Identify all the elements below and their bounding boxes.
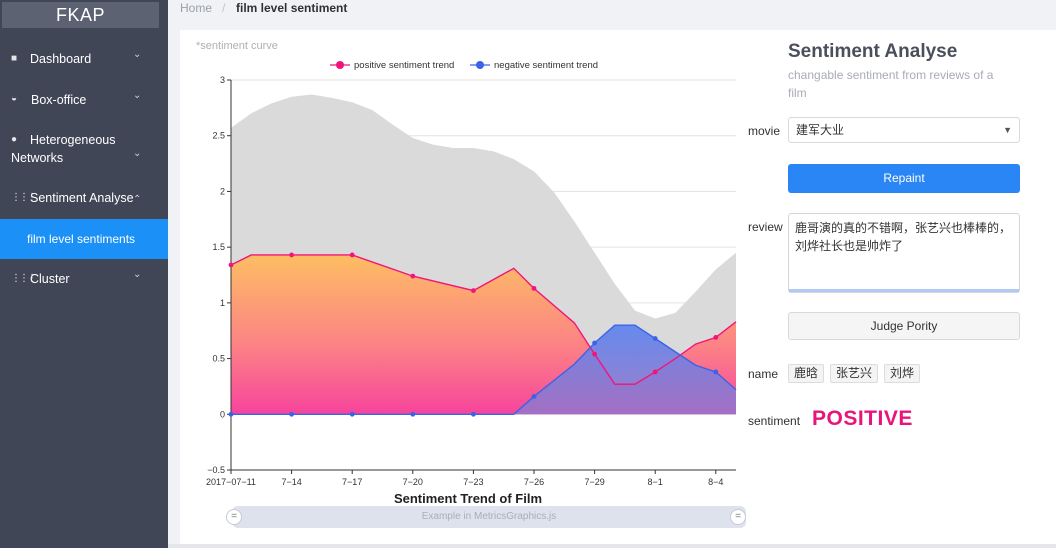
network-icon: ● [11, 134, 18, 145]
y-tick-label: 0 [220, 409, 225, 419]
y-tick-label: 1 [220, 298, 225, 308]
repaint-button[interactable]: Repaint [788, 164, 1020, 193]
sidebar: FKAP ■ Dashboard ⌄ ◒ Box-office ⌄ ● Hete… [0, 0, 168, 548]
review-textarea[interactable]: 鹿哥演的真的不错啊，张艺兴也棒棒的，刘烨社长也是帅炸了 [788, 213, 1020, 293]
legend-negative-marker [476, 61, 484, 69]
legend-negative-label: negative sentiment trend [494, 60, 598, 71]
sidebar-item-label: Sentiment Analyse [30, 191, 134, 205]
breadcrumb-current: film level sentiment [236, 1, 348, 15]
pie-icon: ◒ [11, 93, 18, 104]
movie-select[interactable]: 建军大业 ▼ [788, 117, 1020, 143]
negative-point [652, 336, 658, 341]
positive-point [713, 335, 719, 340]
x-tick-label: 7−23 [463, 477, 483, 487]
review-text: 鹿哥演的真的不错啊，张艺兴也棒棒的，刘烨社长也是帅炸了 [795, 221, 1012, 253]
sidebar-subitem-label: film level sentiments [27, 232, 136, 246]
negative-point [531, 394, 537, 399]
panel-title: Sentiment Analyse [788, 41, 958, 62]
dashboard-icon: ■ [11, 53, 18, 64]
x-tick-label: 7−14 [281, 477, 301, 487]
breadcrumb-separator: / [222, 1, 226, 15]
sidebar-subitem-film-level-sentiments[interactable]: film level sentiments [0, 219, 168, 259]
sidebar-item-cluster[interactable]: ⋮⋮⋮ Cluster ⌄ [0, 269, 168, 289]
textarea-resize-bar [789, 289, 1019, 292]
negative-point [349, 411, 355, 417]
y-tick-label: 3 [220, 75, 225, 85]
positive-point [471, 288, 476, 293]
negative-point [410, 411, 416, 417]
legend-positive-label: positive sentiment trend [354, 60, 454, 71]
negative-point [289, 411, 294, 417]
slider-right-handle[interactable]: = [730, 509, 746, 525]
movie-label: movie [748, 124, 781, 138]
bottom-divider [168, 544, 1056, 548]
x-tick-label: 2017−07−11 [206, 477, 256, 487]
chevron-up-icon: ⌃ [133, 194, 142, 205]
sidebar-item-label: Networks [11, 151, 64, 165]
x-tick-label: 7−17 [342, 477, 362, 487]
y-tick-label: 2 [220, 186, 225, 196]
sidebar-item-label: Cluster [30, 272, 70, 286]
x-tick-label: 8−4 [708, 477, 723, 487]
name-label: name [748, 367, 779, 381]
sidebar-item-label: Dashboard [30, 52, 92, 66]
x-tick-label: 7−20 [403, 477, 423, 487]
y-tick-label: −0.5 [207, 465, 225, 475]
chevron-down-icon: ⌄ [133, 49, 142, 60]
x-tick-label: 7−29 [584, 477, 604, 487]
name-tag: 张艺兴 [830, 364, 879, 383]
panel-subtitle: changable sentiment from reviews of a fi… [788, 68, 994, 100]
range-slider[interactable]: Example in MetricsGraphics.js = = [226, 506, 746, 528]
positive-point [410, 273, 416, 279]
sidebar-item-label: Heterogeneous [30, 133, 116, 147]
slider-left-handle[interactable]: = [226, 509, 242, 525]
positive-point [652, 369, 658, 375]
chart-legend: positive sentiment trend negative sentime… [330, 60, 598, 71]
positive-point [289, 252, 294, 258]
chevron-down-icon: ⌄ [133, 148, 142, 159]
review-label: review [748, 220, 783, 234]
chart-title: Sentiment Trend of Film [394, 491, 542, 506]
negative-point [471, 411, 476, 417]
x-tick-label: 8−1 [648, 477, 663, 487]
chevron-down-icon: ▼ [1003, 125, 1012, 135]
breadcrumb-home[interactable]: Home [180, 1, 212, 15]
sentiment-label: sentiment [748, 414, 801, 428]
positive-point [349, 252, 355, 258]
negative-point [228, 411, 234, 417]
app-logo[interactable]: FKAP [2, 2, 159, 28]
sidebar-item-dashboard[interactable]: ■ Dashboard ⌄ [0, 49, 168, 69]
negative-point [713, 369, 719, 375]
name-tag: 鹿晗 [788, 364, 825, 383]
chevron-down-icon: ⌄ [133, 90, 142, 101]
sidebar-item-sentiment-analyse[interactable]: ⋮⋮⋮ Sentiment Analyse ⌃ [0, 190, 168, 208]
slider-caption: Example in MetricsGraphics.js [421, 511, 557, 522]
sidebar-item-heterogeneous-networks[interactable]: ● Heterogeneous Networks ⌄ [0, 132, 168, 168]
chevron-down-icon: ⌄ [133, 269, 142, 280]
positive-point [531, 285, 537, 291]
sentiment-chart: −0.5 0 0.5 1 1.5 2 2.5 3 2017−07−11 7−14 7−17 7−20 7… [206, 60, 737, 506]
sidebar-item-label: Box-office [31, 93, 87, 107]
y-tick-label: 1.5 [212, 242, 225, 252]
sentiment-result: POSITIVE [812, 407, 913, 430]
positive-point [228, 262, 234, 268]
name-tag: 刘烨 [884, 364, 921, 383]
sidebar-item-box-office[interactable]: ◒ Box-office ⌄ [0, 90, 168, 110]
legend-positive-marker [336, 61, 344, 69]
movie-select-value: 建军大业 [796, 123, 845, 137]
judge-pority-button[interactable]: Judge Pority [788, 312, 1020, 340]
negative-point [592, 340, 597, 346]
breadcrumb: Home / film level sentiment [168, 0, 1056, 28]
y-tick-label: 0.5 [212, 354, 225, 364]
positive-point [592, 351, 597, 357]
x-tick-label: 7−26 [524, 477, 544, 487]
y-tick-label: 2.5 [212, 131, 225, 141]
chart-caption: *sentiment curve [196, 40, 278, 52]
